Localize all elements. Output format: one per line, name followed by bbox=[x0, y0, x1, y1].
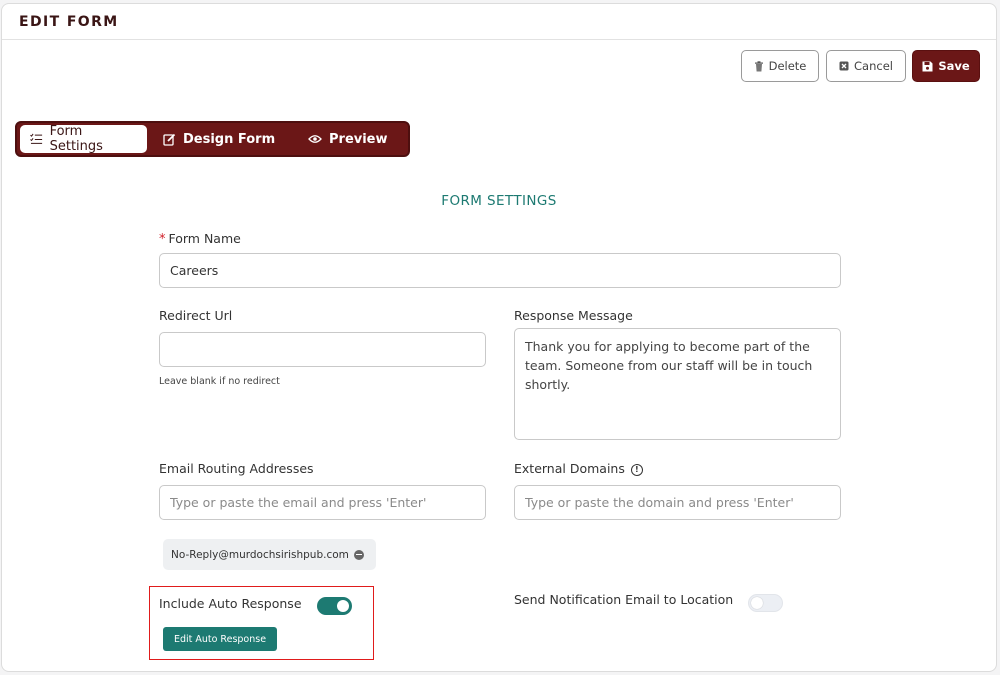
edit-form-card: EDIT FORM Delete Cancel Save Form Settin… bbox=[1, 3, 997, 672]
response-message-textarea[interactable]: Thank you for applying to become part of… bbox=[514, 328, 841, 440]
form-name-label-text: Form Name bbox=[168, 231, 241, 246]
email-routing-label: Email Routing Addresses bbox=[159, 461, 314, 476]
form-name-label: * Form Name bbox=[159, 231, 241, 247]
floppy-disk-icon bbox=[922, 61, 933, 71]
save-button[interactable]: Save bbox=[912, 50, 980, 82]
redirect-url-label: Redirect Url bbox=[159, 308, 233, 323]
info-icon[interactable]: ! bbox=[630, 463, 643, 476]
external-domains-label-text: External Domains bbox=[514, 461, 625, 476]
toggle-knob bbox=[751, 597, 763, 609]
tab-label: Form Settings bbox=[49, 124, 103, 154]
notify-location-toggle[interactable] bbox=[748, 594, 783, 612]
card-header: EDIT FORM bbox=[2, 4, 996, 40]
cancel-button[interactable]: Cancel bbox=[826, 50, 906, 82]
form-name-input[interactable] bbox=[159, 253, 841, 288]
response-message-label: Response Message bbox=[514, 308, 633, 323]
email-chip: No-Reply@murdochsirishpub.com bbox=[163, 539, 376, 570]
tab-form-settings[interactable]: Form Settings bbox=[20, 124, 147, 154]
external-domains-label: External Domains! bbox=[514, 461, 643, 476]
remove-chip-icon[interactable] bbox=[353, 549, 364, 560]
auto-response-label: Include Auto Response bbox=[159, 596, 302, 611]
tab-preview[interactable]: Preview bbox=[308, 125, 388, 153]
redirect-url-hint: Leave blank if no redirect bbox=[159, 376, 280, 387]
list-check-icon bbox=[30, 133, 43, 144]
email-chip-label: No-Reply@murdochsirishpub.com bbox=[171, 548, 349, 561]
toggle-knob bbox=[337, 600, 349, 612]
edit-icon bbox=[163, 133, 176, 146]
save-label: Save bbox=[938, 59, 970, 73]
page-title: EDIT FORM bbox=[19, 14, 119, 30]
form-tabs: Form Settings Design Form Preview bbox=[15, 121, 410, 157]
required-mark: * bbox=[159, 232, 166, 247]
tab-design-form[interactable]: Design Form bbox=[163, 125, 275, 153]
tab-label: Design Form bbox=[183, 131, 276, 147]
delete-label: Delete bbox=[768, 59, 807, 73]
eye-icon bbox=[308, 135, 322, 143]
edit-auto-response-button[interactable]: Edit Auto Response bbox=[163, 627, 277, 651]
external-domains-input[interactable] bbox=[514, 485, 841, 520]
close-square-icon bbox=[839, 61, 849, 71]
delete-button[interactable]: Delete bbox=[741, 50, 819, 82]
auto-response-toggle[interactable] bbox=[317, 597, 352, 615]
trash-icon bbox=[754, 60, 763, 71]
section-title: FORM SETTINGS bbox=[441, 193, 557, 209]
redirect-url-input[interactable] bbox=[159, 332, 486, 367]
tab-label: Preview bbox=[329, 131, 388, 147]
email-routing-input[interactable] bbox=[159, 485, 486, 520]
notify-location-label: Send Notification Email to Location bbox=[514, 592, 734, 607]
cancel-label: Cancel bbox=[854, 59, 893, 73]
